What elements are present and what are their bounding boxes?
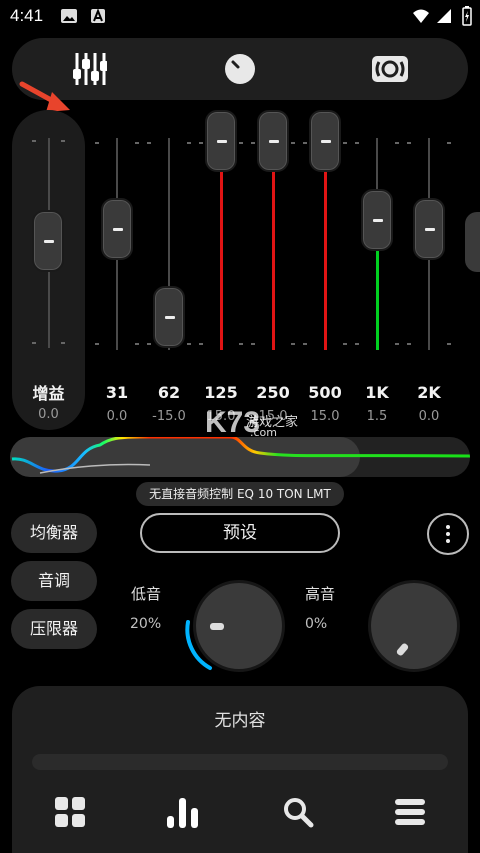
eq-band-knob-500[interactable] [309,110,341,172]
player-panel: 无内容 [12,686,468,853]
menu-icon [395,799,425,825]
bass-dial[interactable] [193,580,285,672]
eq-tick [303,343,307,345]
bass-value: 20% [130,616,162,632]
eq-band-label: 125 [204,383,238,402]
eq-band-value: 0.0 [418,409,440,424]
treble-dial[interactable] [368,580,460,672]
eq-tick [303,142,307,144]
eq-tick [147,343,151,345]
eq-tick [251,343,255,345]
eq-band-label: 250 [256,383,290,402]
eq-tick [395,142,399,144]
eq-tick [95,343,99,345]
eq-tick [135,142,139,144]
nav-equalizer[interactable] [158,790,208,834]
top-tab-bar [12,38,468,100]
image-icon [61,9,77,23]
eq-band-knob-250[interactable] [257,110,289,172]
eq-tick [395,343,399,345]
eq-band-knob-2k[interactable] [413,198,445,260]
bass-label: 低音 [131,585,162,603]
eq-tick [355,343,359,345]
treble-dial-indicator [395,642,410,657]
eq-band-value: 0.0 [106,409,128,424]
grid-icon [55,797,85,827]
eq-band-fill [323,141,327,350]
eq-band-value: 1.5 [366,409,388,424]
eq-tick [147,142,151,144]
tab-limiter[interactable] [360,46,420,92]
eq-band-label: 1K [365,383,389,402]
status-bar: 4:41 [0,0,480,34]
eq-band-knob-62[interactable] [153,286,185,348]
eq-band-fill [219,141,223,350]
eq-band-knob-125[interactable] [205,110,237,172]
gain-value: 0.0 [38,407,59,422]
gain-label: 增益 [32,384,65,403]
eq-tick [291,343,295,345]
wifi-icon [413,9,429,23]
eq-band-knob-partial[interactable] [465,212,480,272]
eq-band-value: 15.0 [310,409,340,424]
eq-tick [291,142,295,144]
eq-tick [187,343,191,345]
nav-search[interactable] [273,790,323,834]
playback-progress[interactable] [32,754,448,770]
equalizer-button[interactable]: 均衡器 [11,513,97,553]
limiter-button[interactable]: 压限器 [11,609,97,649]
treble-value: 0% [305,616,328,632]
search-icon [284,798,314,828]
eq-tick [447,343,451,345]
eq-curve-display[interactable] [10,437,470,477]
eq-tick [447,142,451,144]
eq-curve-graph [11,437,470,474]
bar-chart-icon [167,798,198,828]
eq-band-knob-1k[interactable] [361,189,393,252]
more-vert-icon [446,525,450,529]
eq-tick [187,142,191,144]
eq-tick [239,142,243,144]
tab-tone[interactable] [210,46,270,92]
gain-slider-knob[interactable] [32,210,64,272]
status-time: 4:41 [10,6,44,25]
knob-icon [225,54,255,84]
eq-tick [407,343,411,345]
eq-band-label: 62 [157,383,181,402]
treble-label: 高音 [305,585,336,603]
eq-tick [135,343,139,345]
eq-band-fill [271,141,275,350]
eq-band-label: 2K [417,383,441,402]
eq-tick [239,343,243,345]
equalizer-sliders-icon [73,53,107,85]
audio-status-text: 无直接音频控制 EQ 10 TON LMT [136,482,344,506]
eq-tick [251,142,255,144]
more-menu-button[interactable] [427,513,469,555]
nav-apps[interactable] [45,790,95,834]
bass-dial-indicator [210,623,224,630]
tone-button[interactable]: 音调 [11,561,97,601]
eq-tick [343,142,347,144]
eq-tick [355,142,359,144]
eq-tick [199,142,203,144]
eq-band-value: -15.0 [152,409,186,424]
eq-tick [95,142,99,144]
eq-band-label: 500 [308,383,342,402]
speaker-icon [372,56,408,82]
battery-icon [462,6,472,26]
eq-band-label: 31 [105,383,129,402]
font-icon [91,8,105,23]
now-playing-empty: 无内容 [214,711,266,731]
nav-menu[interactable] [385,790,435,834]
gain-panel: 增益 0.0 [12,110,85,430]
eq-tick [343,343,347,345]
eq-tick [199,343,203,345]
eq-tick [407,142,411,144]
signal-icon [437,9,451,23]
eq-band-knob-31[interactable] [101,198,133,260]
preset-button[interactable]: 预设 [140,513,340,553]
